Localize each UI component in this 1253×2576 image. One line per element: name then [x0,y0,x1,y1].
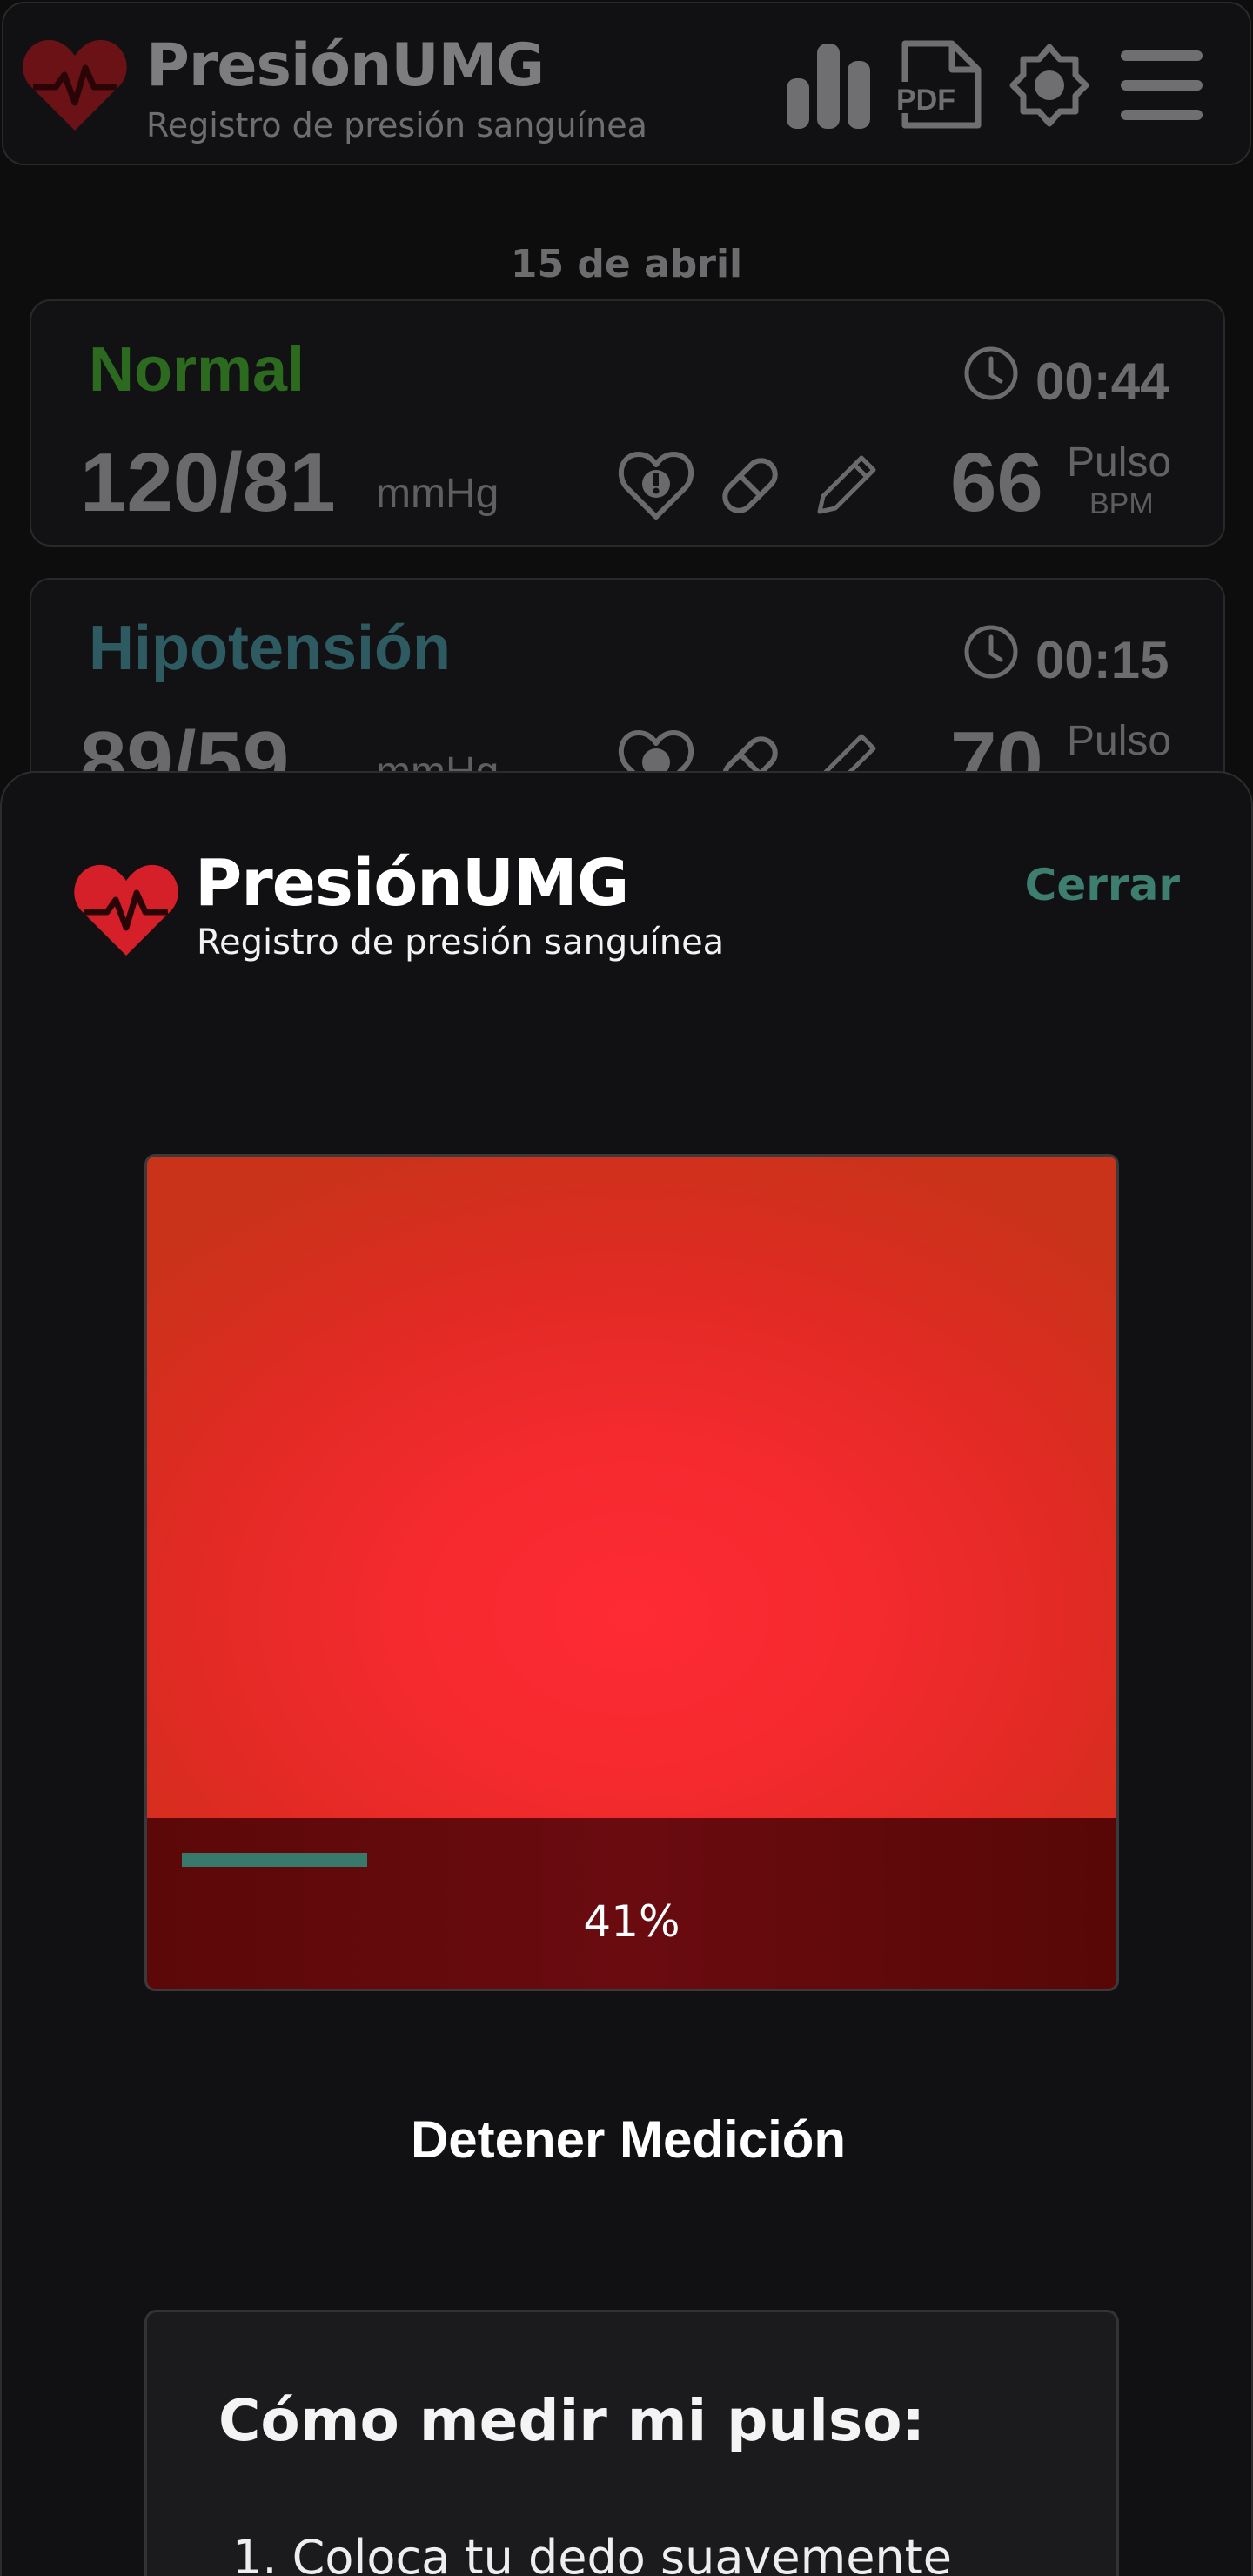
pdf-icon[interactable]: PDF [895,40,983,131]
pulse-measure-modal: PresiónUMG Registro de presión sanguínea… [0,771,1253,2576]
theme-icon[interactable] [1009,40,1089,131]
reading-status: Hipotensión [89,614,451,683]
reading-unit: mmHg [376,471,499,517]
heart-logo-icon [74,864,178,956]
reading-card[interactable]: Normal 00:44 120/81 mmHg 66 Pulso BPM [30,299,1225,547]
help-card: Cómo medir mi pulso: 1. Coloca tu dedo s… [144,2310,1119,2576]
progress-overlay: 41% [147,1818,1116,1989]
progress-text: 41% [583,1896,680,1947]
background-app: PresiónUMG Registro de presión sanguínea… [0,0,1253,825]
reading-pulse: 66 [950,436,1043,529]
pill-icon[interactable] [712,447,788,524]
clock-icon [964,346,1018,400]
pulse-label: Pulso [1067,718,1172,764]
camera-preview: 41% [144,1154,1119,1991]
help-title: Cómo medir mi pulso: [218,2387,926,2454]
svg-text:PDF: PDF [896,84,955,117]
reading-time: 00:15 [1035,631,1169,689]
reading-status: Normal [89,335,305,405]
date-label: 15 de abril [510,242,743,286]
clock-icon [964,625,1018,679]
progress-fill [182,1853,368,1867]
stats-icon[interactable] [785,40,872,131]
app-subtitle: Registro de presión sanguínea [146,106,647,144]
pencil-icon[interactable] [807,447,884,524]
modal-title: PresiónUMG [195,846,629,921]
progress-bar [182,1853,1087,1867]
app-header: PresiónUMG Registro de presión sanguínea… [2,2,1251,165]
modal-subtitle: Registro de presión sanguínea [197,922,725,963]
bpm-label: BPM [1089,487,1154,520]
help-step: 1. Coloca tu dedo suavemente [232,2530,953,2576]
close-button[interactable]: Cerrar [1025,860,1180,910]
heart-alert-icon[interactable] [618,447,694,524]
heart-logo-icon [23,39,127,131]
pulse-label: Pulso [1067,439,1172,486]
reading-bp: 120/81 [80,436,336,529]
stop-measurement-button[interactable]: Detener Medición [315,2087,941,2191]
reading-time: 00:44 [1035,352,1169,411]
app-title: PresiónUMG [146,31,545,100]
menu-icon[interactable] [1119,40,1204,131]
